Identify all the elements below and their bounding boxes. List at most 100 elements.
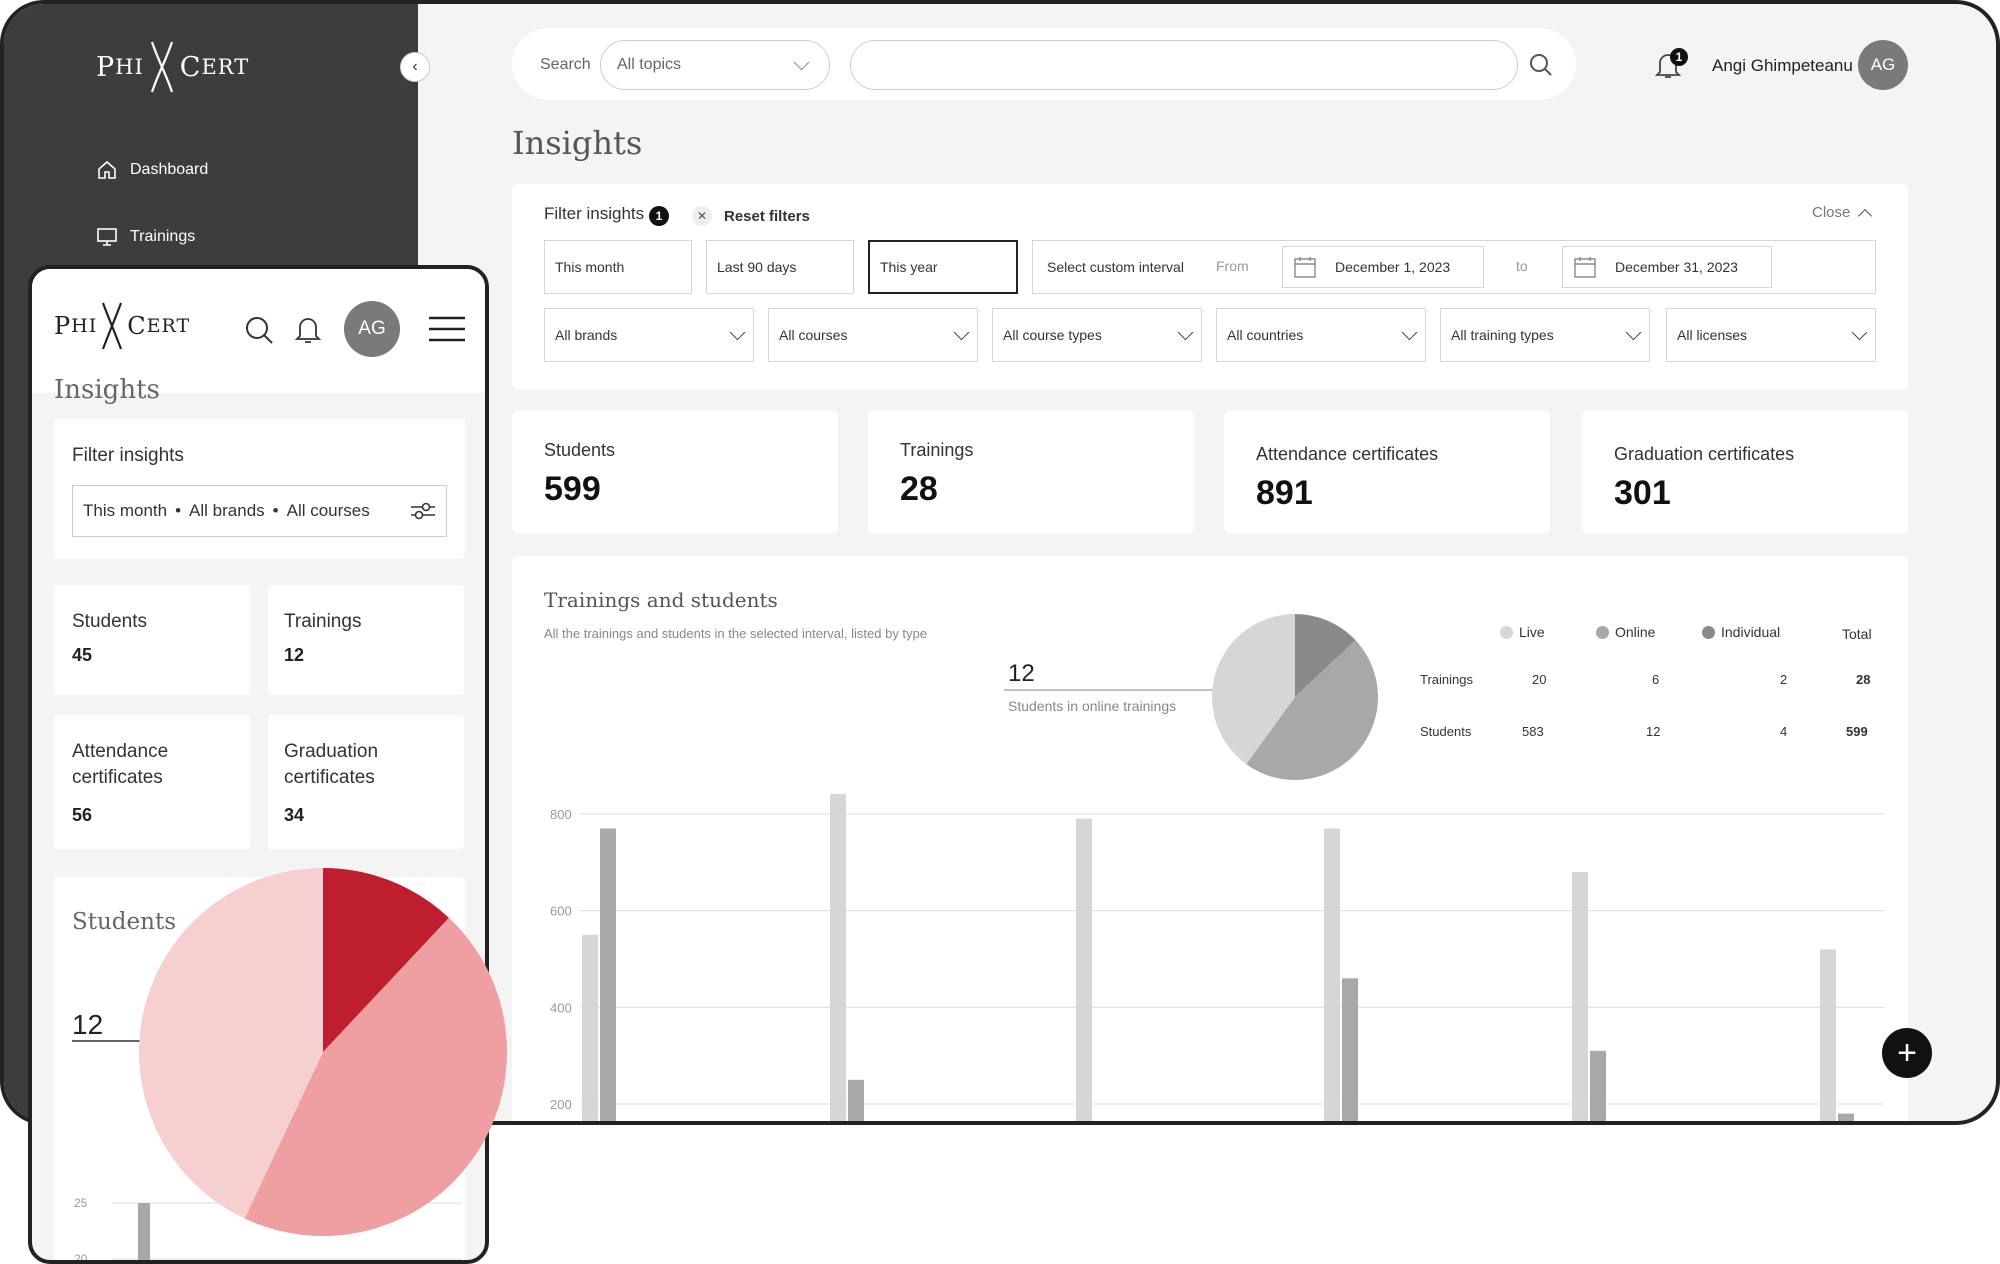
table-row-label: Students <box>1420 724 1472 739</box>
sidebar-item-trainings[interactable]: Trainings <box>96 226 195 248</box>
topic-select-value: All topics <box>617 56 682 73</box>
search-input[interactable] <box>850 40 1518 90</box>
logo-text: P <box>54 312 72 340</box>
pie-chart-trainings <box>1212 614 1378 780</box>
bar <box>1820 949 1836 1121</box>
bar <box>600 828 616 1121</box>
logo-text: C <box>179 51 202 83</box>
bar <box>582 934 598 1121</box>
legend-dot <box>1596 625 1609 639</box>
search-icon[interactable] <box>244 315 274 345</box>
callout-label: Students in online trainings <box>1008 698 1177 714</box>
period-label: This month <box>555 259 625 275</box>
close-icon: ✕ <box>692 206 712 226</box>
callout-value: 12 <box>72 1009 104 1040</box>
avatar[interactable]: AG <box>344 301 400 357</box>
logo-text: HI <box>115 55 144 79</box>
close-filters-button[interactable]: Close <box>1812 204 1873 223</box>
dropdown-value: All brands <box>555 327 618 343</box>
sidebar-item-label: Trainings <box>130 228 196 245</box>
kpi-card-students: Students 599 <box>512 410 838 534</box>
page-title: Insights <box>512 124 643 162</box>
kpi-value: 56 <box>72 805 93 825</box>
license-dropdown[interactable]: All licenses <box>1666 308 1876 362</box>
user-name[interactable]: Angi Ghimpeteanu <box>1712 56 1853 76</box>
filter-summary-item: All courses <box>286 501 370 520</box>
brand-logo[interactable]: P HI C ERT <box>54 301 190 351</box>
kpi-label: Graduation certificates <box>284 741 379 788</box>
period-last-90-days[interactable]: Last 90 days <box>706 240 854 294</box>
collapse-sidebar-button[interactable]: ‹ <box>400 52 430 82</box>
plus-icon: + <box>1897 1034 1917 1072</box>
kpi-label: Trainings <box>284 611 362 632</box>
bar <box>1572 872 1588 1121</box>
kpi-label: Trainings <box>900 440 974 460</box>
from-date-input[interactable]: December 1, 2023 <box>1282 246 1484 288</box>
mobile-kpi-graduation: Graduation certificates 34 <box>268 715 464 849</box>
table-cell: 2 <box>1780 672 1788 687</box>
kpi-value: 28 <box>900 470 938 508</box>
kpi-card-attendance-certificates: Attendance certificates 891 <box>1224 410 1550 534</box>
logo-text: ERT <box>146 315 191 337</box>
menu-icon[interactable] <box>428 315 466 343</box>
country-dropdown[interactable]: All countries <box>1216 308 1426 362</box>
avatar[interactable]: AG <box>1858 40 1908 90</box>
table-header-total: Total <box>1842 626 1872 642</box>
kpi-value: 891 <box>1256 474 1313 512</box>
filter-count-badge: 1 <box>649 206 669 226</box>
custom-interval-label: Select custom interval <box>1047 259 1184 275</box>
course-dropdown[interactable]: All courses <box>768 308 978 362</box>
search-icon[interactable] <box>1528 52 1554 78</box>
kpi-label: Graduation certificates <box>1614 444 1795 464</box>
filter-summary-item: All brands <box>189 501 265 520</box>
legend-label: Live <box>1519 624 1545 640</box>
calendar-icon <box>1294 257 1316 278</box>
bar <box>1076 818 1092 1121</box>
from-date-value: December 1, 2023 <box>1335 259 1451 275</box>
bar <box>1838 1113 1854 1121</box>
y-tick-label: 600 <box>550 904 572 919</box>
reset-filters-label: Reset filters <box>724 207 810 225</box>
mobile-kpi-students: Students 45 <box>54 585 250 695</box>
reset-filters-button[interactable]: ✕ Reset filters <box>692 206 810 226</box>
chevron-left-icon: ‹ <box>412 58 418 75</box>
course-type-dropdown[interactable]: All course types <box>992 308 1202 362</box>
legend-dot <box>1702 625 1715 639</box>
calendar-icon <box>1574 257 1596 278</box>
bar <box>848 1079 864 1121</box>
filter-summary-button[interactable]: This month • All brands • All courses <box>72 485 447 537</box>
period-this-month[interactable]: This month <box>544 240 692 294</box>
logo-text: C <box>127 312 147 340</box>
period-this-year[interactable]: This year <box>868 240 1018 294</box>
to-date-input[interactable]: December 31, 2023 <box>1562 246 1772 288</box>
legend-live: Live <box>1500 624 1545 640</box>
kpi-label: Students <box>72 611 147 632</box>
brand-dropdown[interactable]: All brands <box>544 308 754 362</box>
sidebar-item-dashboard[interactable]: Dashboard <box>96 159 208 181</box>
table-cell: 12 <box>1646 724 1661 739</box>
panel-subtitle: All the trainings and students in the se… <box>544 626 927 641</box>
dropdown-value: All countries <box>1227 327 1304 343</box>
training-type-dropdown[interactable]: All training types <box>1440 308 1650 362</box>
sidebar-item-label: Dashboard <box>130 161 209 178</box>
notifications-button[interactable]: 1 <box>1654 48 1688 84</box>
panel-title: Trainings and students <box>544 588 778 612</box>
kpi-label: Attendance certificates <box>72 741 169 788</box>
close-filters-label: Close <box>1812 204 1851 221</box>
bell-icon[interactable] <box>294 313 322 345</box>
legend-label: Online <box>1615 624 1656 640</box>
topic-select[interactable]: All topics <box>600 40 830 90</box>
table-cell: 583 <box>1522 724 1544 739</box>
filter-summary-item: This month <box>83 501 168 520</box>
bar <box>830 794 846 1121</box>
kpi-value: 45 <box>72 645 93 665</box>
logo-x-icon <box>102 302 123 350</box>
logo-x-icon <box>150 41 173 93</box>
dropdown-value: All courses <box>779 327 848 343</box>
logo-text: P <box>96 51 116 83</box>
page-title: Insights <box>54 375 160 405</box>
kpi-card-graduation-certificates: Graduation certificates 301 <box>1582 410 1908 534</box>
add-button[interactable]: + <box>1882 1028 1932 1078</box>
brand-logo[interactable]: P HI C ERT <box>96 40 249 94</box>
table-cell: 28 <box>1856 672 1871 687</box>
